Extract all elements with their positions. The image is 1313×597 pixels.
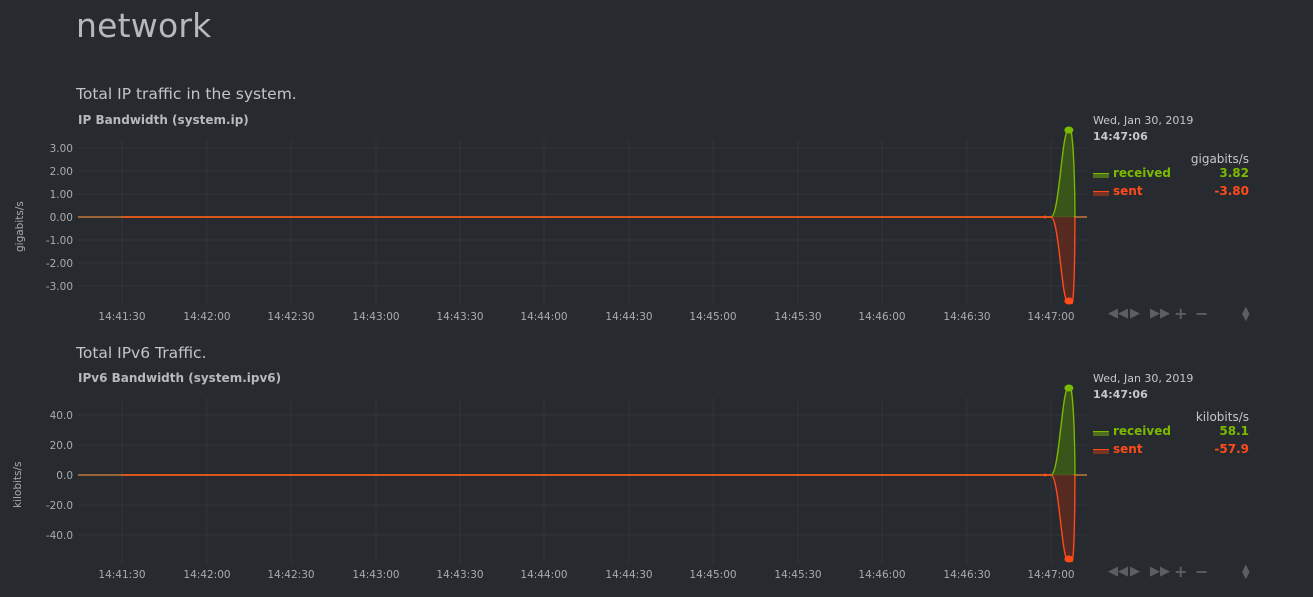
resize-icon[interactable]: ▲ ▼ <box>1242 564 1250 581</box>
legend-row-sent[interactable]: sent -57.9 <box>1093 442 1253 460</box>
y-tick-label: 40.0 <box>50 410 73 422</box>
y-tick-label: -20.0 <box>46 500 73 512</box>
chart-controls: ◀◀ ▶ ▶▶ + − ▲ ▼ <box>1108 306 1258 323</box>
series-point-sent <box>1064 555 1074 563</box>
resize-icon[interactable]: ▲ ▼ <box>1242 306 1250 323</box>
series-area-sent <box>1051 475 1074 562</box>
legend-value-sent: -57.9 <box>1214 442 1249 456</box>
y-tick-label: 0.0 <box>56 470 73 482</box>
chart-ipv6-bandwidth: Total IPv6 Traffic. IPv6 Bandwidth (syst… <box>0 0 1313 581</box>
fast-forward-icon[interactable]: ▶▶ <box>1150 307 1170 321</box>
x-tick-label: 14:44:30 <box>605 569 652 581</box>
chart-plot[interactable]: 40.0 20.0 0.0 -20.0 -40.0 14:41:30 14:42:00 14:… <box>0 0 1093 597</box>
zoom-in-icon[interactable]: + <box>1174 306 1187 322</box>
legend-time: 14:47:06 <box>1093 388 1148 401</box>
play-icon[interactable]: ▶ <box>1130 565 1140 579</box>
x-tick-label: 14:44:00 <box>520 569 567 581</box>
y-tick-label: 20.0 <box>50 440 73 452</box>
legend-label-sent: sent <box>1113 442 1143 456</box>
legend-swatch-sent <box>1093 449 1109 454</box>
legend-swatch-received <box>1093 431 1109 436</box>
series-line-received <box>122 387 1069 476</box>
legend-value-received: 58.1 <box>1219 424 1249 438</box>
x-tick-label: 14:46:30 <box>943 569 990 581</box>
fast-forward-icon[interactable]: ▶▶ <box>1150 565 1170 579</box>
x-tick-label: 14:41:30 <box>98 569 145 581</box>
rewind-icon[interactable]: ◀◀ <box>1108 307 1128 321</box>
x-tick-label: 14:45:30 <box>774 569 821 581</box>
x-tick-label: 14:42:30 <box>267 569 314 581</box>
x-tick-label: 14:47:00 <box>1027 569 1074 581</box>
zoom-out-icon[interactable]: − <box>1195 564 1208 580</box>
rewind-icon[interactable]: ◀◀ <box>1108 565 1128 579</box>
play-icon[interactable]: ▶ <box>1130 307 1140 321</box>
series-area-received <box>1051 388 1074 475</box>
chart-legend: Wed, Jan 30, 2019 14:47:06 kilobits/s re… <box>1093 372 1253 460</box>
x-tick-label: 14:43:00 <box>352 569 399 581</box>
y-tick-label: -40.0 <box>46 530 73 542</box>
x-tick-label: 14:43:30 <box>436 569 483 581</box>
x-tick-label: 14:42:00 <box>183 569 230 581</box>
series-line-sent <box>122 474 1069 560</box>
legend-label-received: received <box>1113 424 1171 438</box>
zoom-in-icon[interactable]: + <box>1174 564 1187 580</box>
zoom-out-icon[interactable]: − <box>1195 306 1208 322</box>
x-tick-label: 14:46:00 <box>858 569 905 581</box>
series-point-received <box>1064 384 1074 392</box>
legend-row-received[interactable]: received 58.1 <box>1093 424 1253 442</box>
chart-controls: ◀◀ ▶ ▶▶ + − ▲ ▼ <box>1108 564 1258 581</box>
legend-units: kilobits/s <box>1195 410 1249 424</box>
x-tick-label: 14:45:00 <box>689 569 736 581</box>
series-point-zero <box>1043 473 1047 477</box>
legend-date: Wed, Jan 30, 2019 <box>1093 372 1194 385</box>
